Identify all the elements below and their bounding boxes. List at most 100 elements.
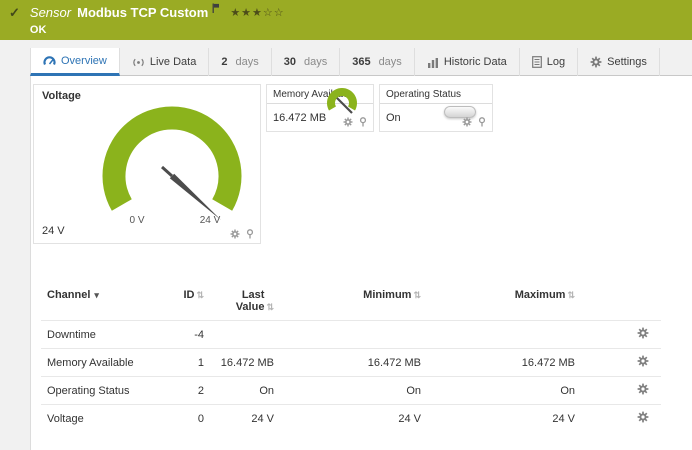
sort-icon[interactable]: ⇅	[196, 290, 204, 300]
settings-gear-icon	[590, 56, 602, 68]
gauge-arc	[114, 118, 230, 205]
voltage-gauge-panel: Voltage 0 V 24 V 24 V	[33, 84, 261, 244]
channel-name-cell: Downtime	[41, 321, 166, 349]
sensor-title: Modbus TCP Custom	[77, 6, 208, 20]
tab-live-data[interactable]: Live Data	[120, 48, 209, 76]
table-row-downtime: Downtime -4	[41, 321, 661, 349]
column-header-last-value[interactable]: Last Value⇅	[210, 286, 280, 321]
tab-overview-label: Overview	[61, 55, 107, 67]
channel-settings-gear-icon[interactable]	[637, 411, 649, 423]
object-kind-label: Sensor	[30, 6, 71, 20]
memory-mini-gauge	[324, 87, 360, 121]
column-header-last-value-label: Last Value	[228, 289, 264, 313]
memory-current-value: 16.472 MB	[273, 112, 326, 124]
tab-30-days[interactable]: 30 days	[272, 48, 341, 76]
channel-minimum-cell: 24 V	[280, 405, 427, 433]
live-data-icon	[132, 57, 145, 68]
channel-maximum-cell	[427, 321, 581, 349]
sort-icon[interactable]: ⇅	[567, 290, 575, 300]
column-header-minimum-label: Minimum	[363, 289, 411, 301]
stars-empty: ☆☆	[263, 7, 285, 19]
sensor-header: ✓ Sensor Modbus TCP Custom ★★★☆☆ OK	[0, 0, 692, 40]
overview-gauge-icon	[43, 55, 56, 66]
gauge-settings-gear-icon[interactable]	[230, 229, 240, 239]
table-row-memory-available: Memory Available 1 16.472 MB 16.472 MB 1…	[41, 349, 661, 377]
tab-historic-data-label: Historic Data	[444, 56, 507, 68]
tab-30-days-unit: days	[304, 56, 327, 68]
sensor-overview-page: ✓ Sensor Modbus TCP Custom ★★★☆☆ OK Over…	[0, 0, 692, 450]
channel-maximum-cell: 24 V	[427, 405, 581, 433]
gauge-pin-icon[interactable]	[358, 117, 368, 127]
channel-settings-cell	[581, 377, 661, 405]
channel-id-cell: 1	[166, 349, 210, 377]
status-ok-check-icon: ✓	[9, 6, 20, 40]
gauge-scale-max: 24 V	[200, 215, 221, 226]
gauge-settings-gear-icon[interactable]	[343, 117, 353, 127]
channel-settings-cell	[581, 349, 661, 377]
tab-log[interactable]: Log	[520, 48, 578, 76]
tab-historic-data[interactable]: Historic Data	[415, 48, 520, 76]
channel-maximum-cell: On	[427, 377, 581, 405]
column-header-channel[interactable]: Channel ▾	[41, 286, 166, 321]
tab-365-days[interactable]: 365days	[340, 48, 415, 76]
sort-icon[interactable]: ⇅	[413, 290, 421, 300]
gauge-needle-tail	[162, 167, 172, 176]
memory-panel-icons	[343, 117, 368, 127]
tab-overview[interactable]: Overview	[30, 48, 120, 76]
operating-status-panel: Operating Status On	[379, 84, 493, 132]
table-row-operating-status: Operating Status 2 On On On	[41, 377, 661, 405]
column-header-maximum-label: Maximum	[515, 289, 566, 301]
voltage-panel-icons	[230, 229, 255, 239]
sort-icon[interactable]: ⇅	[266, 302, 274, 312]
channel-settings-gear-icon[interactable]	[637, 355, 649, 367]
voltage-gauge: 0 V 24 V	[82, 104, 262, 228]
sensor-tabbar: Overview Live Data 2days 30days 365days …	[30, 48, 692, 76]
historic-data-chart-icon	[427, 57, 439, 68]
tab-2-days-number: 2	[221, 56, 227, 68]
priority-stars[interactable]: ★★★☆☆	[230, 6, 284, 20]
tab-settings[interactable]: Settings	[578, 48, 660, 76]
column-header-channel-label: Channel	[47, 289, 90, 301]
channel-table-header-row: Channel▾ ID⇅ Last Value⇅ Minimum⇅ Maximu…	[41, 286, 661, 321]
channel-settings-cell	[581, 321, 661, 349]
tab-365-days-unit: days	[379, 56, 402, 68]
gauge-tiles: Voltage 0 V 24 V 24 V Memory Available 1…	[33, 84, 690, 244]
tab-2-days[interactable]: 2days	[209, 48, 271, 76]
sensor-status-text: OK	[30, 24, 285, 36]
overview-content: Voltage 0 V 24 V 24 V Memory Available 1…	[30, 76, 692, 450]
channel-id-cell: 0	[166, 405, 210, 433]
channel-minimum-cell	[280, 321, 427, 349]
stars-filled: ★★★	[230, 7, 263, 19]
channel-sort-dropdown-icon[interactable]: ▾	[94, 290, 99, 300]
tab-live-data-label: Live Data	[150, 56, 196, 68]
gauge-settings-gear-icon[interactable]	[462, 117, 472, 127]
operating-panel-icons	[462, 117, 487, 127]
tab-30-days-number: 30	[284, 56, 296, 68]
channel-last-value-cell	[210, 321, 280, 349]
channel-minimum-cell: On	[280, 377, 427, 405]
priority-flag-icon[interactable]	[212, 2, 220, 16]
channel-last-value-cell: 24 V	[210, 405, 280, 433]
log-document-icon	[532, 56, 542, 68]
channel-last-value-cell: On	[210, 377, 280, 405]
column-header-maximum[interactable]: Maximum⇅	[427, 286, 581, 321]
channel-settings-gear-icon[interactable]	[637, 327, 649, 339]
channel-minimum-cell: 16.472 MB	[280, 349, 427, 377]
channel-name-cell: Memory Available	[41, 349, 166, 377]
column-header-settings	[581, 286, 661, 321]
operating-status-value: On	[386, 112, 401, 124]
operating-status-title: Operating Status	[380, 85, 492, 104]
gauge-pin-icon[interactable]	[477, 117, 487, 127]
channel-settings-gear-icon[interactable]	[637, 383, 649, 395]
column-header-id[interactable]: ID⇅	[166, 286, 210, 321]
gauge-scale-min: 0 V	[129, 215, 144, 226]
gauge-pin-icon[interactable]	[245, 229, 255, 239]
channel-id-cell: -4	[166, 321, 210, 349]
sensor-title-block: Sensor Modbus TCP Custom ★★★☆☆ OK	[30, 6, 285, 40]
voltage-gauge-title: Voltage	[34, 85, 260, 104]
channel-id-cell: 2	[166, 377, 210, 405]
memory-gauge-panel: Memory Available 16.472 MB	[266, 84, 374, 132]
column-header-minimum[interactable]: Minimum⇅	[280, 286, 427, 321]
tab-log-label: Log	[547, 56, 565, 68]
channel-name-cell: Operating Status	[41, 377, 166, 405]
